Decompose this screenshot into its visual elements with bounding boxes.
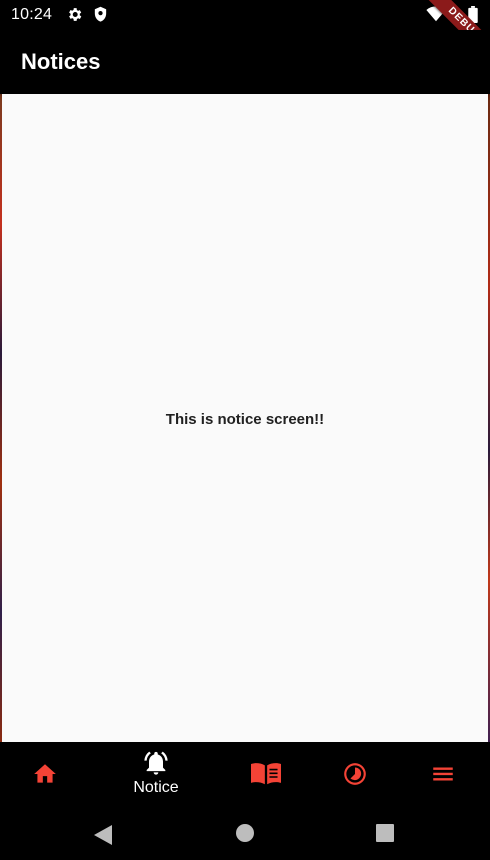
notice-screen-body: This is notice screen!! [2,94,488,742]
shield-icon [93,6,108,28]
timelapse-icon [344,763,366,785]
status-bar: 10:24 [0,0,490,30]
notice-message: This is notice screen!! [165,410,325,428]
page-title: Notices [21,49,101,74]
nav-item-timelapse[interactable] [306,742,404,806]
recents-icon[interactable] [376,824,394,847]
home-icon [34,764,56,783]
book-icon [251,763,281,785]
back-icon[interactable] [94,825,112,850]
system-navigation-bar [0,806,490,860]
nav-item-notice[interactable]: Notice [107,742,205,806]
home-circle-icon[interactable] [236,824,254,847]
menu-icon [433,767,453,781]
nav-item-book[interactable] [217,742,315,806]
status-time: 10:24 [11,6,53,23]
nav-label-notice: Notice [133,779,179,796]
notification-bell-icon [144,751,168,775]
gear-icon [66,6,83,28]
nav-item-home[interactable] [0,742,94,806]
app-bar: Notices [0,30,490,94]
nav-item-menu[interactable] [394,742,490,806]
device-frame: 10:24 DEBUG Notices This is notice scree… [0,0,490,860]
bottom-navigation-bar: Notice [0,742,490,806]
